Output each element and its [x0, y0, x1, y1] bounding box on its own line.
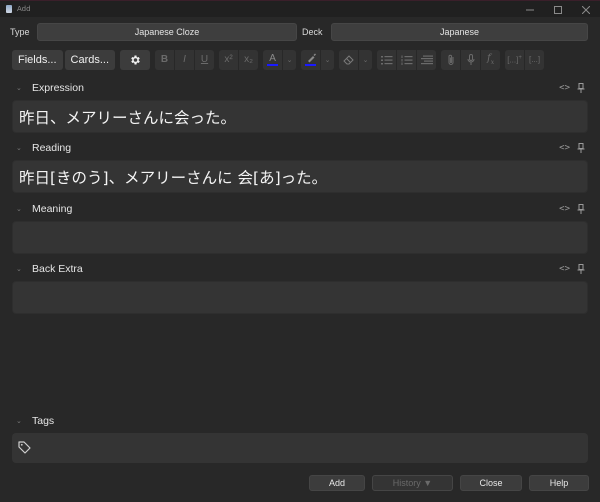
history-button[interactable]: History ▼: [372, 475, 453, 491]
italic-button[interactable]: I: [175, 49, 195, 70]
cloze-new-button[interactable]: [...]+: [505, 49, 525, 70]
field-label: Meaning: [32, 203, 73, 215]
attachment-button[interactable]: [441, 49, 461, 70]
eraser-icon: [342, 54, 354, 64]
field-label: Reading: [32, 142, 72, 154]
field-input-meaning[interactable]: [12, 221, 588, 254]
gear-icon: [131, 55, 140, 64]
type-label: Type: [10, 27, 30, 37]
field-label: Back Extra: [32, 263, 83, 275]
close-button[interactable]: Close: [460, 475, 522, 491]
chevron-down-icon: ⌄: [324, 56, 331, 64]
subscript-icon: x₂: [244, 54, 253, 65]
remove-format-button[interactable]: [339, 49, 359, 70]
function-icon: fx: [486, 53, 495, 66]
align-icon: [420, 55, 433, 64]
field-label: Expression: [32, 82, 84, 94]
html-editor-toggle-icon[interactable]: <>: [559, 264, 570, 274]
superscript-button[interactable]: x²: [219, 49, 239, 70]
tag-editor[interactable]: [12, 433, 588, 463]
fields-button[interactable]: Fields...: [12, 49, 63, 70]
collapse-chevron-icon[interactable]: ⌄: [16, 84, 22, 92]
record-audio-button[interactable]: [461, 49, 481, 70]
html-editor-toggle-icon[interactable]: <>: [559, 204, 570, 214]
close-icon: [582, 5, 590, 14]
microphone-icon: [467, 53, 475, 65]
note-type-chooser[interactable]: Japanese Cloze: [37, 23, 297, 41]
bold-button[interactable]: B: [155, 49, 175, 70]
html-editor-toggle-icon[interactable]: <>: [559, 83, 570, 93]
text-color-swatch: [267, 63, 279, 66]
pin-icon[interactable]: [577, 143, 585, 153]
window-controls: [516, 1, 600, 18]
collapse-chevron-icon[interactable]: ⌄: [16, 205, 22, 213]
tags-label: Tags: [32, 415, 55, 427]
html-editor-toggle-icon[interactable]: <>: [559, 143, 570, 153]
highlight-color-swatch: [305, 63, 317, 66]
field-header-expression[interactable]: ⌄ Expression <>: [0, 81, 600, 97]
maximize-button[interactable]: [544, 1, 572, 18]
text-color-dropdown[interactable]: ⌄: [283, 49, 297, 70]
highlight-color-button[interactable]: [301, 49, 321, 70]
pin-icon[interactable]: [577, 264, 585, 274]
unordered-list-icon: [380, 55, 393, 64]
paperclip-icon: [448, 54, 454, 65]
minimize-button[interactable]: [516, 1, 544, 18]
field-input-reading[interactable]: 昨日[きのう]、メアリーさんに 会[あ]った。: [12, 160, 588, 193]
alignment-button[interactable]: [417, 49, 437, 70]
tag-icon: [18, 441, 31, 454]
cloze-new-icon: [...]+: [507, 54, 522, 65]
minimize-icon: [526, 9, 534, 10]
maximize-icon: [554, 5, 562, 14]
remove-format-dropdown[interactable]: ⌄: [359, 49, 373, 70]
field-header-meaning[interactable]: ⌄ Meaning <>: [0, 202, 600, 218]
help-button[interactable]: Help: [529, 475, 589, 491]
text-color-button[interactable]: A: [263, 49, 283, 70]
pin-icon[interactable]: [577, 83, 585, 93]
field-header-back-extra[interactable]: ⌄ Back Extra <>: [0, 262, 600, 278]
deck-chooser[interactable]: Japanese: [331, 23, 588, 41]
collapse-chevron-icon[interactable]: ⌄: [16, 265, 22, 273]
superscript-icon: x²: [224, 54, 233, 65]
cards-button[interactable]: Cards...: [64, 49, 116, 70]
cloze-same-button[interactable]: [...]: [525, 49, 545, 70]
ordered-list-icon: [401, 55, 413, 65]
cloze-same-icon: [...]: [528, 55, 541, 64]
collapse-chevron-icon[interactable]: ⌄: [16, 144, 22, 152]
mathjax-button[interactable]: fx: [481, 49, 501, 70]
underline-icon: U: [200, 54, 209, 65]
unordered-list-button[interactable]: [377, 49, 397, 70]
subscript-button[interactable]: x₂: [239, 49, 259, 70]
chevron-down-icon: ⌄: [362, 56, 369, 64]
bold-icon: B: [160, 54, 169, 65]
highlighter-icon: [307, 53, 316, 63]
underline-button[interactable]: U: [195, 49, 215, 70]
collapse-chevron-icon[interactable]: ⌄: [16, 417, 22, 425]
text-color-icon: A: [269, 52, 276, 64]
deck-label: Deck: [302, 27, 323, 37]
pin-icon[interactable]: [577, 204, 585, 214]
window-title: Add: [17, 5, 31, 13]
field-header-reading[interactable]: ⌄ Reading <>: [0, 141, 600, 157]
title-bar: Add: [0, 0, 600, 17]
add-button[interactable]: Add: [309, 475, 365, 491]
chevron-down-icon: ⌄: [286, 56, 293, 64]
close-window-button[interactable]: [572, 1, 600, 18]
ordered-list-button[interactable]: [397, 49, 417, 70]
editor-toolbar: Fields... Cards... B I U x² x₂ A ⌄ ⌄ ⌄ f…: [12, 49, 545, 70]
note-type-row: Type Japanese Cloze Deck Japanese: [0, 21, 600, 43]
settings-button[interactable]: [120, 49, 151, 70]
highlight-color-dropdown[interactable]: ⌄: [321, 49, 335, 70]
field-input-expression[interactable]: 昨日、メアリーさんに会った。: [12, 100, 588, 133]
app-icon: [6, 5, 12, 13]
tags-header[interactable]: ⌄ Tags: [0, 414, 600, 430]
field-input-back-extra[interactable]: [12, 281, 588, 314]
italic-icon: I: [183, 54, 186, 65]
